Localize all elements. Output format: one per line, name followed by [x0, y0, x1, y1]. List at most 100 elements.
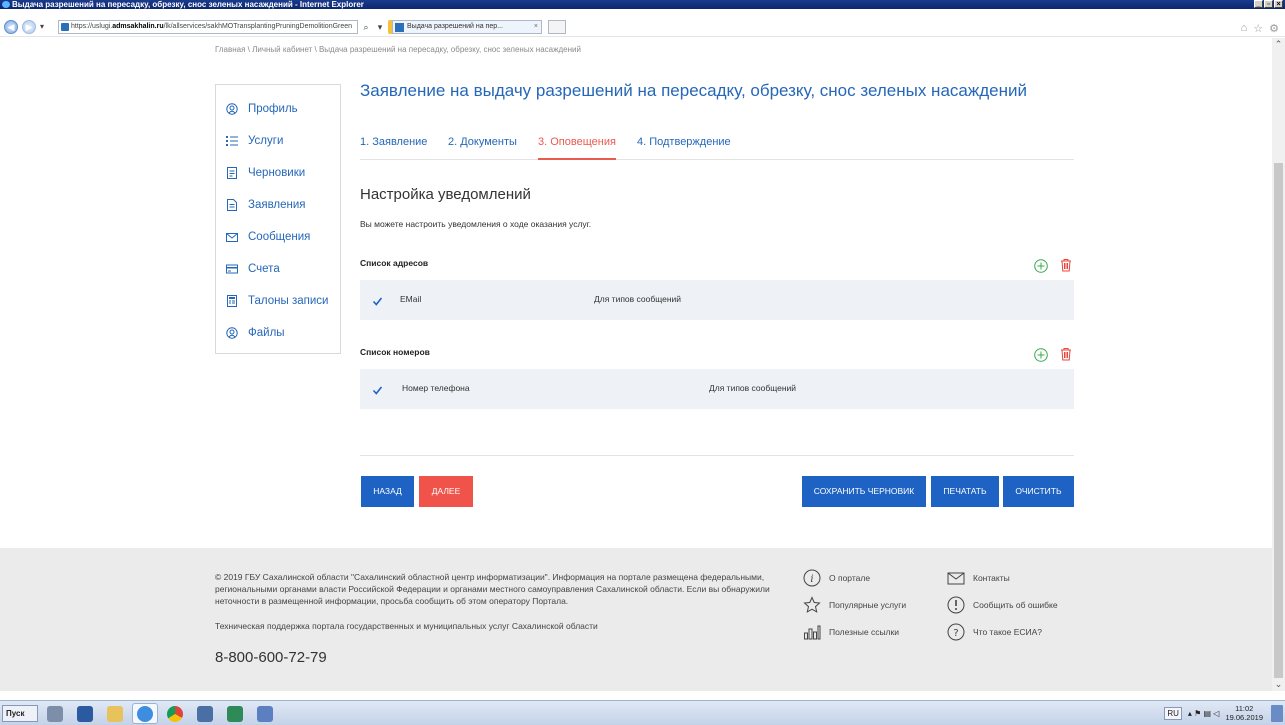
spreadsheet-icon[interactable]	[222, 703, 248, 724]
breadcrumb[interactable]: Главная \ Личный кабинет \ Выдача разреш…	[215, 45, 581, 54]
window-title: Выдача разрешений на пересадку, обрезку,…	[12, 0, 364, 9]
browser-toolbar: ◀ ▶ ▾ https://uslugi.admsakhalin.ru/lk/a…	[0, 9, 1285, 37]
numbers-list-title: Список номеров	[360, 347, 430, 357]
sidebar-item-applications[interactable]: Заявления	[226, 195, 306, 215]
tab-step-notifications[interactable]: 3. Оповещения	[538, 136, 616, 160]
applications-icon	[226, 199, 238, 211]
address-dropdown-icon[interactable]: ▾	[374, 20, 386, 34]
window-title-bar: Выдача разрешений на пересадку, обрезку,…	[0, 0, 1285, 9]
sidebar-item-label: Профиль	[248, 103, 298, 115]
minimize-button[interactable]: _	[1254, 0, 1263, 8]
scroll-up-icon[interactable]: ⌃	[1272, 38, 1285, 51]
sidebar-item-services[interactable]: Услуги	[226, 131, 283, 151]
clock-date: 19.06.2019	[1225, 713, 1263, 722]
info-icon: i	[803, 569, 821, 587]
tickets-icon	[226, 295, 238, 307]
footer-link-contacts[interactable]: Контакты	[947, 569, 1010, 587]
page-viewport: Главная \ Личный кабинет \ Выдача разреш…	[0, 38, 1272, 691]
forward-button[interactable]: ▶	[22, 20, 36, 34]
settings-gear-icon[interactable]: ⚙	[1269, 22, 1279, 35]
footer: © 2019 ГБУ Сахалинской области "Сахалинс…	[0, 548, 1272, 691]
footer-copyright: © 2019 ГБУ Сахалинской области "Сахалинс…	[215, 572, 770, 606]
number-message-types[interactable]: Для типов сообщений	[709, 383, 796, 393]
ie-logo-icon	[2, 1, 10, 8]
internet-explorer-icon[interactable]	[132, 703, 158, 724]
start-button[interactable]: Пуск	[2, 705, 38, 722]
tab-step-application[interactable]: 1. Заявление	[360, 136, 427, 160]
footer-link-label: О портале	[829, 573, 871, 583]
language-indicator[interactable]: RU	[1164, 706, 1182, 720]
sidebar-item-bills[interactable]: Счета	[226, 259, 280, 279]
tab-close-icon[interactable]: ×	[534, 21, 538, 33]
scroll-thumb[interactable]	[1274, 163, 1283, 678]
show-desktop-button[interactable]	[1271, 705, 1283, 722]
print-button[interactable]: Печатать	[931, 476, 999, 507]
close-window-button[interactable]: ×	[1274, 0, 1283, 8]
save-draft-button[interactable]: Сохранить черновик	[802, 476, 926, 507]
document-viewer-icon[interactable]	[192, 703, 218, 724]
address-type: EMail	[400, 294, 422, 304]
address-list-title: Список адресов	[360, 258, 429, 268]
envelope-icon	[947, 569, 965, 587]
footer-link-label: Популярные услуги	[829, 600, 907, 610]
maximize-button[interactable]: ▫	[1264, 0, 1273, 8]
footer-link-about[interactable]: i О портале	[803, 569, 870, 587]
footer-link-label: Контакты	[973, 573, 1010, 583]
footer-link-useful[interactable]: Полезные ссылки	[803, 623, 899, 641]
footer-link-popular[interactable]: Популярные услуги	[803, 596, 906, 614]
add-address-icon[interactable]	[1034, 259, 1048, 273]
url-prefix: https://uslugi.	[71, 23, 113, 30]
sidebar-item-messages[interactable]: Сообщения	[226, 227, 310, 247]
tab-step-confirmation[interactable]: 4. Подтверждение	[637, 136, 731, 160]
delete-address-icon[interactable]	[1059, 258, 1073, 272]
tray-icons[interactable]: ▴ ⚑ ▤ ◁	[1188, 709, 1220, 718]
footer-link-label: Сообщить об ошибке	[973, 600, 1058, 610]
network-tool-icon[interactable]	[252, 703, 278, 724]
back-button[interactable]: Назад	[361, 476, 414, 507]
section-title: Настройка уведомлений	[360, 186, 531, 203]
profile-icon	[226, 103, 238, 115]
sidebar-item-label: Услуги	[248, 135, 284, 147]
windows-taskbar: Пуск RU ▴ ⚑ ▤ ◁ 11:02 19.06.2019	[0, 700, 1285, 725]
sidebar-item-files[interactable]: Файлы	[226, 323, 285, 343]
search-icon[interactable]: ⌕	[360, 20, 372, 34]
history-dropdown-icon[interactable]: ▾	[40, 22, 44, 31]
footer-link-esia[interactable]: ? Что такое ЕСИА?	[947, 623, 1042, 641]
sidebar-item-label: Файлы	[248, 327, 285, 339]
steps-tabs: 1. Заявление 2. Документы 3. Оповещения …	[360, 136, 1074, 160]
tab-step-documents[interactable]: 2. Документы	[448, 136, 517, 160]
window-controls: _ ▫ ×	[1254, 0, 1283, 8]
scroll-down-icon[interactable]: ⌄	[1272, 678, 1285, 691]
exclamation-icon	[947, 596, 965, 614]
sidebar-menu: Профиль Услуги Черновики Заявления Сообщ…	[215, 84, 341, 354]
address-row-checkbox[interactable]	[372, 294, 383, 306]
footer-phone[interactable]: 8-800-600-72-79	[215, 649, 327, 666]
home-icon[interactable]: ⌂	[1241, 22, 1248, 35]
sidebar-item-profile[interactable]: Профиль	[226, 99, 298, 119]
address-bar[interactable]: https://uslugi.admsakhalin.ru/lk/allserv…	[58, 20, 358, 34]
explorer-icon[interactable]	[102, 703, 128, 724]
sidebar-item-drafts[interactable]: Черновики	[226, 163, 305, 183]
url-path: /lk/allservices/sakhMOTransplantingPruni…	[163, 23, 353, 30]
add-number-icon[interactable]	[1034, 348, 1048, 362]
number-type: Номер телефона	[402, 383, 470, 393]
system-clock[interactable]: 11:02 19.06.2019	[1225, 704, 1263, 722]
new-tab-button[interactable]	[548, 20, 566, 34]
clear-button[interactable]: Очистить	[1003, 476, 1074, 507]
page-title: Заявление на выдачу разрешений на переса…	[360, 81, 1027, 100]
browser-right-tools: ⌂ ☆ ⚙	[1241, 22, 1279, 35]
back-button[interactable]: ◀	[4, 20, 18, 34]
footer-link-label: Полезные ссылки	[829, 627, 899, 637]
delete-number-icon[interactable]	[1059, 347, 1073, 361]
browser-tab[interactable]: Выдача разрешений на пер... ×	[392, 20, 542, 34]
chrome-icon[interactable]	[162, 703, 188, 724]
server-manager-icon[interactable]	[42, 703, 68, 724]
powershell-icon[interactable]	[72, 703, 98, 724]
favorites-icon[interactable]: ☆	[1253, 22, 1263, 35]
number-row-checkbox[interactable]	[372, 383, 383, 395]
address-message-types[interactable]: Для типов сообщений	[594, 294, 681, 304]
next-button[interactable]: Далее	[419, 476, 473, 507]
page-scrollbar[interactable]: ⌃ ⌄	[1272, 38, 1285, 691]
footer-link-report-error[interactable]: Сообщить об ошибке	[947, 596, 1058, 614]
sidebar-item-tickets[interactable]: Талоны записи	[226, 291, 328, 311]
